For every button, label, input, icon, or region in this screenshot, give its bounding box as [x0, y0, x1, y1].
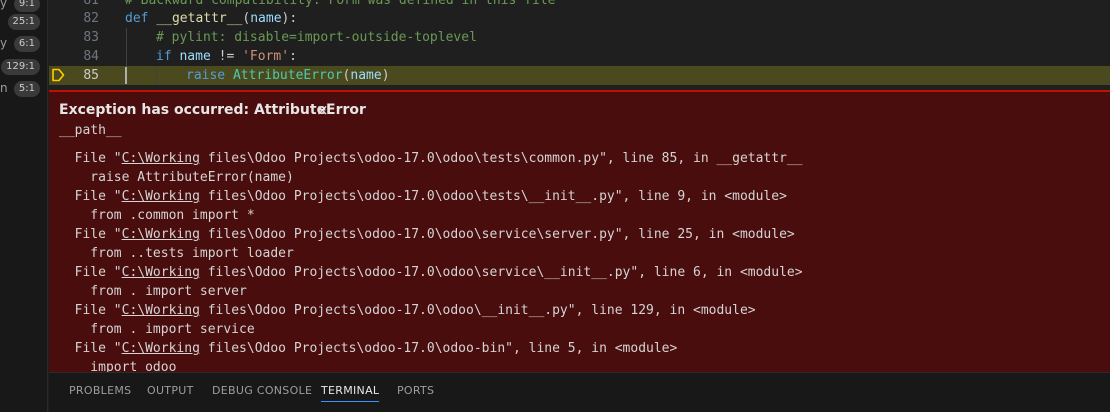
class-name: AttributeError — [232, 68, 343, 83]
traceback-location: files\Odoo Projects\odoo-17.0\odoo\servi… — [199, 227, 795, 242]
traceback-prefix: File " — [59, 303, 122, 318]
traceback-code-line: import odoo — [59, 360, 177, 372]
traceback-location: files\Odoo Projects\odoo-17.0\odoo\tests… — [199, 151, 803, 166]
tab-terminal[interactable]: TERMINAL — [321, 384, 380, 402]
traceback-file-line: File "C:\Working files\Odoo Projects\odo… — [59, 263, 803, 282]
traceback-file-line: File "C:\Working files\Odoo Projects\odo… — [59, 149, 803, 168]
code-text: raise AttributeError(name) — [186, 66, 390, 85]
line-number: 84 — [83, 49, 99, 64]
panel-tab-bar: PROBLEMS OUTPUT DEBUG CONSOLE TERMINAL P… — [49, 372, 1110, 412]
traceback-prefix: File " — [59, 227, 122, 242]
counter-row[interactable]: 25:1 — [0, 13, 40, 31]
traceback-file-line: File "C:\Working files\Odoo Projects\odo… — [59, 301, 803, 320]
exception-widget: Exception has occurred: AttributeError ×… — [49, 90, 1110, 372]
traceback-location: files\Odoo Projects\odoo-17.0\odoo\__ini… — [199, 303, 756, 318]
counter-badge: 9:1 — [13, 0, 40, 12]
file-path-link[interactable]: C:\Working — [122, 227, 200, 242]
code-line[interactable]: 84 if name != 'Form': — [49, 47, 1110, 66]
file-path-link[interactable]: C:\Working — [122, 265, 200, 280]
parameter: name — [250, 11, 282, 26]
code-comment: # pylint: disable=import-outside-topleve… — [156, 30, 477, 45]
traceback-code-line: raise AttributeError(name) — [59, 170, 294, 185]
identifier: name — [350, 68, 382, 83]
code-line[interactable]: 83 # pylint: disable=import-outside-topl… — [49, 28, 1110, 47]
code-editor[interactable]: 81 # Backward compatibility: Form was de… — [49, 0, 1110, 90]
traceback-location: files\Odoo Projects\odoo-17.0\odoo\servi… — [199, 265, 803, 280]
file-path-link[interactable]: C:\Working — [122, 189, 200, 204]
line-number: 85 — [83, 68, 99, 83]
traceback-code-line: from .common import * — [59, 208, 255, 223]
line-number: 82 — [83, 11, 99, 26]
traceback-prefix: File " — [59, 189, 122, 204]
punctuation: ): — [281, 11, 298, 26]
function-name: __getattr__ — [156, 11, 243, 26]
tab-debug-console[interactable]: DEBUG CONSOLE — [212, 384, 312, 401]
line-number: 83 — [83, 30, 99, 45]
traceback-code-line: from ..tests import loader — [59, 246, 294, 261]
punctuation: : — [289, 49, 297, 64]
keyword: raise — [186, 68, 226, 83]
current-code-line[interactable]: 85 raise AttributeError(name) — [49, 66, 1110, 85]
indent-guide — [126, 28, 127, 47]
indent-guide — [156, 66, 157, 85]
operator: != — [210, 49, 243, 64]
counter-badge: 129:1 — [1, 59, 40, 75]
punctuation: ) — [381, 68, 390, 83]
counter-row[interactable]: 129:1 — [0, 58, 40, 76]
traceback-file-line: File "C:\Working files\Odoo Projects\odo… — [59, 339, 803, 358]
traceback-location: files\Odoo Projects\odoo-17.0\odoo\tests… — [199, 189, 787, 204]
code-line[interactable]: 82 def __getattr__(name): — [49, 9, 1110, 28]
code-text: def __getattr__(name): — [125, 9, 297, 28]
text-cursor — [125, 67, 127, 84]
code-text: if name != 'Form': — [156, 47, 297, 66]
counter-label: n — [0, 81, 8, 95]
tab-output[interactable]: OUTPUT — [147, 384, 194, 401]
identifier: name — [179, 49, 211, 64]
string-literal: 'Form' — [242, 49, 290, 64]
tab-problems[interactable]: PROBLEMS — [69, 384, 131, 401]
traceback-code-line: from . import service — [59, 322, 255, 337]
counter-row[interactable]: y 6:1 — [0, 35, 40, 53]
keyword: def — [125, 11, 149, 26]
counter-label: y — [0, 36, 8, 50]
traceback-location: files\Odoo Projects\odoo-17.0\odoo-bin",… — [199, 341, 678, 356]
traceback-prefix: File " — [59, 341, 122, 356]
file-path-link[interactable]: C:\Working — [122, 151, 200, 166]
counter-row[interactable]: n 5:1 — [0, 80, 40, 98]
traceback-file-line: File "C:\Working files\Odoo Projects\odo… — [59, 187, 803, 206]
traceback-code-line: from . import server — [59, 284, 247, 299]
counter-label: y — [0, 0, 8, 10]
file-path-link[interactable]: C:\Working — [122, 303, 200, 318]
traceback: File "C:\Working files\Odoo Projects\odo… — [59, 149, 803, 372]
traceback-file-line: File "C:\Working files\Odoo Projects\odo… — [59, 225, 803, 244]
tab-ports[interactable]: PORTS — [397, 384, 434, 401]
counter-badge: 25:1 — [7, 14, 40, 30]
traceback-prefix: File " — [59, 151, 122, 166]
exception-message: __path__ — [59, 123, 122, 138]
close-icon[interactable]: × — [316, 101, 329, 119]
indent-guide — [126, 47, 127, 66]
counter-row[interactable]: y 9:1 — [0, 0, 40, 13]
counter-badge: 5:1 — [13, 81, 40, 97]
file-path-link[interactable]: C:\Working — [122, 341, 200, 356]
traceback-prefix: File " — [59, 265, 122, 280]
keyword: if — [156, 49, 172, 64]
left-sidebar-strip: y 9:1 25:1 y 6:1 129:1 n 5:1 — [0, 0, 48, 412]
counter-badge: 6:1 — [13, 36, 40, 52]
